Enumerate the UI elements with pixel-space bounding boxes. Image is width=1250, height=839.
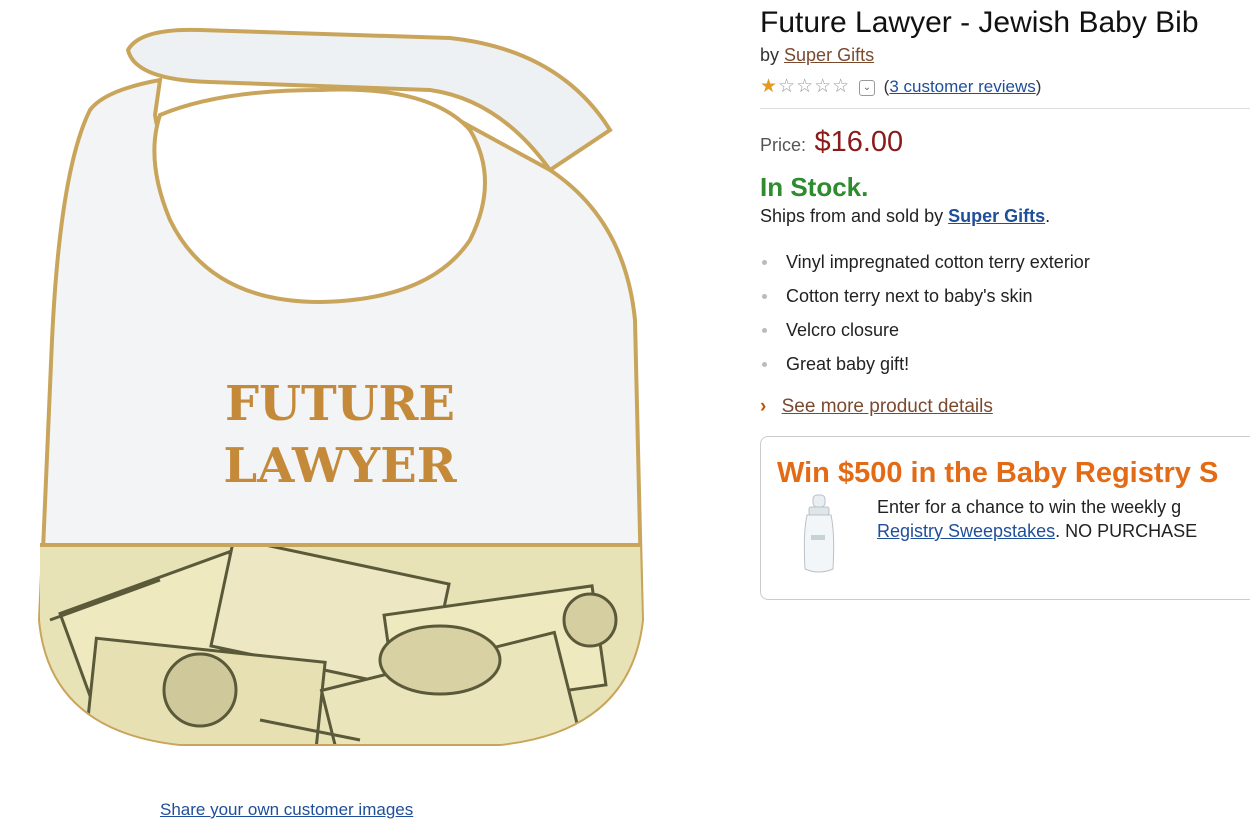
brand-link[interactable]: Super Gifts xyxy=(784,45,874,65)
chevron-right-icon: › xyxy=(760,396,767,417)
ships-prefix: Ships from and sold by xyxy=(760,206,944,226)
chevron-down-icon[interactable]: ⌄ xyxy=(858,79,875,96)
divider xyxy=(760,108,1250,109)
promo-title[interactable]: Win $500 in the Baby Registry S xyxy=(777,457,1218,490)
promo-text: Enter for a chance to win the weekly g R… xyxy=(877,497,1198,541)
ships-from-text: Ships from and sold by Super Gifts. xyxy=(760,206,1051,226)
price-label: Price: xyxy=(760,135,807,155)
customer-reviews-link[interactable]: 3 customer reviews xyxy=(889,77,1035,96)
price-value: $16.00 xyxy=(814,126,904,158)
share-customer-images-link[interactable]: Share your own customer images xyxy=(160,800,413,820)
bib-text-line1: FUTURE xyxy=(225,376,455,432)
promo-box: Win $500 in the Baby Registry S Enter fo… xyxy=(760,436,1250,600)
more-details-row: › See more product details xyxy=(760,396,993,418)
byline: by Super Gifts xyxy=(760,45,874,66)
product-title: Future Lawyer - Jewish Baby Bib xyxy=(760,6,1199,39)
see-more-details-link[interactable]: See more product details xyxy=(782,396,993,417)
list-item: Great baby gift! xyxy=(760,354,1090,388)
rating-row: ★☆☆☆☆ ⌄ (3 customer reviews) xyxy=(760,76,1042,97)
list-item: Velcro closure xyxy=(760,320,1090,354)
registry-sweepstakes-link[interactable]: Registry Sweepstakes xyxy=(877,521,1055,541)
product-image[interactable]: FUTURE LAWYER xyxy=(30,20,660,760)
product-info-column: Future Lawyer - Jewish Baby Bib by Super… xyxy=(760,0,1250,839)
list-item: Cotton terry next to baby's skin xyxy=(760,286,1090,320)
baby-bottle-icon xyxy=(803,494,835,573)
star-rating[interactable]: ★☆☆☆☆ xyxy=(760,76,850,97)
by-prefix: by xyxy=(760,45,780,65)
stock-status: In Stock. xyxy=(760,172,869,202)
promo-line1: Enter for a chance to win the weekly g xyxy=(877,497,1182,517)
price-row: Price: $16.00 xyxy=(760,126,903,159)
feature-bullets: Vinyl impregnated cotton terry exterior … xyxy=(760,252,1090,388)
list-item: Vinyl impregnated cotton terry exterior xyxy=(760,252,1090,286)
seller-link[interactable]: Super Gifts xyxy=(948,206,1045,226)
bib-text-line2: LAWYER xyxy=(223,438,457,494)
